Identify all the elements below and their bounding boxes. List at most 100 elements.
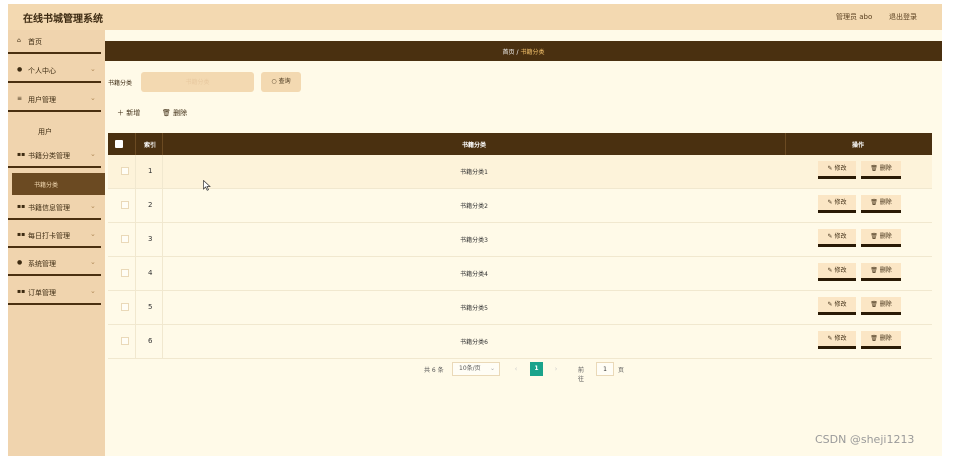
sidebar-item-home[interactable]: ⌂ 首页 <box>8 30 101 54</box>
edit-button[interactable]: ✎ 修改 <box>818 297 856 315</box>
sidebar-subitem-book-category[interactable]: 书籍分类 <box>12 173 105 195</box>
chevron-down-icon: ⌄ <box>90 258 96 266</box>
add-button[interactable]: ＋ 新增 <box>117 108 140 118</box>
chevron-down-icon: ⌄ <box>90 94 96 102</box>
edit-button[interactable]: ✎ 修改 <box>818 229 856 247</box>
edit-button[interactable]: ✎ 修改 <box>818 331 856 349</box>
row-index: 2 <box>148 201 153 209</box>
trash-icon: 🗑 <box>870 267 878 274</box>
chevron-down-icon: ⌄ <box>90 150 96 158</box>
edit-icon: ✎ <box>827 335 833 342</box>
edit-label: 修改 <box>834 301 847 308</box>
delete-button[interactable]: 🗑 删除 <box>861 297 901 315</box>
trash-icon: 🗑 <box>870 335 878 342</box>
grid-icon: ▪▪ <box>17 151 26 158</box>
select-all-checkbox[interactable] <box>115 140 123 148</box>
search-input[interactable] <box>141 72 254 92</box>
header-index: 索引 <box>144 142 157 149</box>
sidebar-item-order-management[interactable]: ▪▪ 订单管理 ⌄ <box>8 281 101 305</box>
edit-icon: ✎ <box>827 233 833 240</box>
chevron-down-icon: ⌄ <box>90 65 96 73</box>
breadcrumb-current: 书籍分类 <box>520 49 545 56</box>
row-index: 3 <box>148 235 153 243</box>
edit-icon: ✎ <box>827 165 833 172</box>
sidebar-item-label: 书籍分类 <box>34 182 59 189</box>
delete-button[interactable]: 🗑 删除 <box>861 161 901 179</box>
sidebar-item-user-management[interactable]: ≡ 用户管理 ⌄ <box>8 88 101 112</box>
trash-icon: 🗑 <box>870 165 878 172</box>
batch-delete-button[interactable]: 🗑 删除 <box>162 108 187 118</box>
sidebar-item-label: 每日打卡管理 <box>28 232 70 240</box>
delete-label: 删除 <box>879 165 892 172</box>
page-number-button[interactable]: 1 <box>530 362 543 376</box>
edit-label: 修改 <box>834 267 847 274</box>
row-name: 书籍分类5 <box>460 305 488 312</box>
row-checkbox[interactable] <box>121 167 129 175</box>
table-row: 4 书籍分类4 ✎ 修改 🗑 删除 <box>108 257 932 291</box>
watermark: CSDN @sheji1213 <box>815 433 915 446</box>
chevron-down-icon: ⌄ <box>90 287 96 295</box>
home-icon: ⌂ <box>17 37 21 44</box>
row-checkbox[interactable] <box>121 235 129 243</box>
next-page-button[interactable]: › <box>550 362 562 376</box>
sidebar-item-label: 订单管理 <box>28 289 56 297</box>
delete-button[interactable]: 🗑 删除 <box>861 229 901 247</box>
delete-label: 删除 <box>879 301 892 308</box>
batch-delete-label: 删除 <box>173 109 188 117</box>
sidebar-item-label: 首页 <box>28 38 42 46</box>
sidebar-item-book-category-management[interactable]: ▪▪ 书籍分类管理 ⌄ <box>8 144 101 168</box>
trash-icon: 🗑 <box>870 233 878 240</box>
trash-icon: 🗑 <box>870 301 878 308</box>
row-checkbox[interactable] <box>121 269 129 277</box>
goto-page-input[interactable] <box>596 362 614 376</box>
breadcrumb: 首页 / 书籍分类 <box>105 41 942 61</box>
edit-button[interactable]: ✎ 修改 <box>818 195 856 213</box>
chevron-down-icon: ⌄ <box>90 202 96 210</box>
sidebar-item-book-info-management[interactable]: ▪▪ 书籍信息管理 ⌄ <box>8 196 101 220</box>
page-size-value: 10条/页 <box>459 365 481 372</box>
edit-button[interactable]: ✎ 修改 <box>818 161 856 179</box>
sidebar-item-label: 用户 <box>38 128 52 136</box>
sidebar-item-label: 书籍分类管理 <box>28 152 70 160</box>
table-row: 1 书籍分类1 ✎ 修改 🗑 删除 <box>108 155 932 189</box>
header-name: 书籍分类 <box>461 142 486 149</box>
plus-icon: ＋ <box>117 109 124 117</box>
row-index: 6 <box>148 337 153 345</box>
row-checkbox[interactable] <box>121 337 129 345</box>
logout-link[interactable]: 退出登录 <box>889 12 917 22</box>
breadcrumb-home[interactable]: 首页 <box>503 49 515 56</box>
admin-label: 管理员 abo <box>836 13 873 21</box>
edit-button[interactable]: ✎ 修改 <box>818 263 856 281</box>
sidebar-item-label: 用户管理 <box>28 96 56 104</box>
mouse-pointer-icon <box>203 180 211 191</box>
delete-button[interactable]: 🗑 删除 <box>861 263 901 281</box>
page-size-select[interactable]: 10条/页 ⌄ <box>452 362 500 376</box>
delete-label: 删除 <box>879 233 892 240</box>
sidebar-item-label: 书籍信息管理 <box>28 204 70 212</box>
user-icon: ● <box>17 66 23 73</box>
gear-icon: ● <box>17 259 23 266</box>
sidebar-item-system-management[interactable]: ● 系统管理 ⌄ <box>8 252 101 276</box>
sidebar-item-profile[interactable]: ● 个人中心 ⌄ <box>8 59 101 83</box>
sidebar-item-daily-checkin-management[interactable]: ▪▪ 每日打卡管理 ⌄ <box>8 224 101 248</box>
breadcrumb-separator: / <box>516 49 519 56</box>
edit-label: 修改 <box>834 335 847 342</box>
add-button-label: 新增 <box>126 109 141 117</box>
edit-icon: ✎ <box>827 301 833 308</box>
row-checkbox[interactable] <box>121 201 129 209</box>
table-header: 索引 书籍分类 操作 <box>108 133 932 155</box>
sidebar: ⌂ 首页 ● 个人中心 ⌄ ≡ 用户管理 ⌄ 用户 ▪▪ 书籍分类管理 ⌄ 书籍… <box>8 30 105 456</box>
delete-button[interactable]: 🗑 删除 <box>861 195 901 213</box>
search-button-label: 查询 <box>278 78 291 85</box>
chevron-left-icon: ‹ <box>514 365 518 373</box>
delete-button[interactable]: 🗑 删除 <box>861 331 901 349</box>
prev-page-button[interactable]: ‹ <box>510 362 522 376</box>
sidebar-subitem-users[interactable]: 用户 <box>8 120 101 142</box>
row-checkbox[interactable] <box>121 303 129 311</box>
goto-unit: 页 <box>618 367 625 374</box>
edit-icon: ✎ <box>827 199 833 206</box>
table-row: 5 书籍分类5 ✎ 修改 🗑 删除 <box>108 291 932 325</box>
goto-label: 前往 <box>578 367 585 383</box>
search-button[interactable]: ○ 查询 <box>261 72 301 92</box>
table-row: 6 书籍分类6 ✎ 修改 🗑 删除 <box>108 325 932 359</box>
